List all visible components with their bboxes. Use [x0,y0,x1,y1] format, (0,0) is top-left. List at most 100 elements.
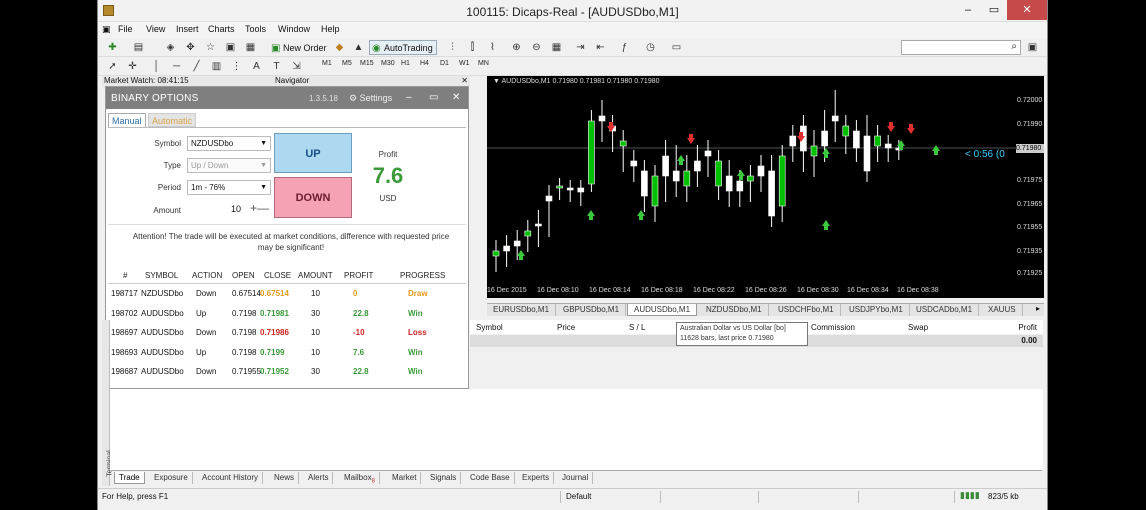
panel-close-icon[interactable]: ✕ [461,76,468,85]
connection-icon[interactable]: ▮▮▮▮ [960,490,980,501]
settings-button[interactable]: ⚙ Settings [349,93,392,104]
menu-tools[interactable]: Tools [245,24,266,34]
horizontal-line-icon[interactable]: ─ [170,60,183,73]
chart-tab-eurusd[interactable]: EURUSDbo,M1 [487,304,557,316]
tf-mn[interactable]: MN [478,60,489,67]
table-row[interactable]: 198693 AUDUSDbo Up 0.7198 0.7199 10 7.6 Win [108,344,466,363]
tf-m5[interactable]: M5 [342,60,352,67]
channel-icon[interactable]: ▥ [210,60,223,73]
down-button[interactable]: DOWN [274,177,352,218]
amount-stepper[interactable]: +— [250,201,269,216]
menu-help[interactable]: Help [321,24,340,34]
menu-window[interactable]: Window [278,24,310,34]
menu-view[interactable]: View [146,24,165,34]
terminal-icon[interactable]: ▣ [224,41,237,54]
label-icon[interactable]: T [270,60,283,73]
metaeditor-icon[interactable]: ◆ [333,41,346,54]
templates-icon[interactable]: ▭ [670,41,683,54]
time-tick: 16 Dec 08:10 [537,287,579,294]
candlestick-icon[interactable]: ⫿ [466,41,479,54]
cell-action: Up [196,347,207,357]
periods-icon[interactable]: ◷ [644,41,657,54]
up-button[interactable]: UP [274,133,352,173]
indicators-icon[interactable]: ƒ [618,41,631,54]
symbol-select[interactable]: NZDUSDbo ▼ [187,136,271,151]
scroll-right-icon[interactable]: ▸ [1036,304,1040,313]
tester-icon[interactable]: ▦ [244,41,257,54]
tab-automatic[interactable]: Automatic [148,113,197,127]
chart-tab-usdchf[interactable]: USDCHFbo,M1 [772,304,841,316]
tab-account-history[interactable]: Account History [198,472,264,484]
panel-minimize-icon[interactable]: – [406,92,412,103]
text-icon[interactable]: A [250,60,263,73]
autotrading-button[interactable]: ◉ AutoTrading [369,40,437,55]
tab-code-base[interactable]: Code Base [466,472,515,484]
chevron-down-icon: ▼ [260,162,267,169]
tab-journal[interactable]: Journal [558,472,594,484]
search-input[interactable]: ⌕ [901,40,1021,55]
chart-tab-nzdusd[interactable]: NZDUSDbo,M1 [700,304,769,316]
tab-trade[interactable]: Trade [114,472,145,484]
tile-windows-icon[interactable]: ▦ [550,41,563,54]
tf-d1[interactable]: D1 [440,60,449,67]
panel-close-icon[interactable]: ✕ [452,92,460,103]
zoom-out-icon[interactable]: ⊖ [530,41,543,54]
crosshair-icon[interactable]: ✛ [126,60,139,73]
navigator-label[interactable]: Navigator [275,76,309,85]
navigator-icon[interactable]: ☆ [204,41,217,54]
tf-m30[interactable]: M30 [381,60,395,67]
zoom-in-icon[interactable]: ⊕ [510,41,523,54]
tab-news[interactable]: News [270,472,300,484]
chart-tab-xauusd[interactable]: XAUUS [982,304,1023,316]
arrows-icon[interactable]: ⇲ [290,60,303,73]
chart-tab-gbpusd[interactable]: GBPUSDbo,M1 [557,304,627,316]
tab-mailbox[interactable]: Mailbox8 [340,472,380,485]
fibonacci-icon[interactable]: ⋮ [230,60,243,73]
period-select[interactable]: 1m - 76% ▼ [187,180,271,195]
menu-file[interactable]: File [118,24,133,34]
chart-tab-usdcad[interactable]: USDCADbo,M1 [910,304,980,316]
table-row[interactable]: 198687 AUDUSDbo Down 0.71955 0.71952 30 22.8 Wi… [108,363,466,382]
bar-chart-icon[interactable]: ⫶ [446,41,459,54]
signals-icon[interactable]: ▲ [352,41,365,54]
close-button[interactable]: ✕ [1007,0,1047,20]
price-chart[interactable]: ▼ AUDUSDbo,M1 0.71980 0.71981 0.71980 0.… [487,76,1044,298]
chart-tab-usdjpy[interactable]: USDJPYbo,M1 [843,304,910,316]
market-watch-icon[interactable]: ◈ [164,41,177,54]
tf-h4[interactable]: H4 [420,60,429,67]
panel-maximize-icon[interactable]: ▭ [429,92,438,103]
vertical-line-icon[interactable]: │ [150,60,163,73]
community-icon[interactable]: ▣ [1026,41,1039,54]
amount-input[interactable]: 10 +— [187,201,271,217]
tab-signals[interactable]: Signals [426,472,462,484]
table-row[interactable]: 198702 AUDUSDbo Up 0.7198 0.71981 30 22.8 Win [108,305,466,324]
tab-experts[interactable]: Experts [518,472,555,484]
trendline-icon[interactable]: ╱ [190,60,203,73]
profiles-icon[interactable]: ▤ [132,41,145,54]
table-row[interactable]: 198697 AUDUSDbo Down 0.7198 0.71986 10 -10 Loss [108,324,466,343]
new-chart-icon[interactable]: ✚ [106,41,119,54]
autoscroll-icon[interactable]: ⇥ [574,41,587,54]
chart-shift-icon[interactable]: ⇤ [594,41,607,54]
chart-tab-audusd[interactable]: AUDUSDbo,M1 [627,304,698,316]
tf-w1[interactable]: W1 [459,60,470,67]
market-watch-label[interactable]: Market Watch: 08:41:15 [104,76,189,85]
tab-exposure[interactable]: Exposure [150,472,193,484]
menu-charts[interactable]: Charts [208,24,235,34]
maximize-button[interactable]: ▭ [981,0,1007,20]
cursor-icon[interactable]: ➚ [106,60,119,73]
tab-manual[interactable]: Manual [108,113,146,127]
menu-doc-icon[interactable]: ▣ [102,24,111,35]
tf-m1[interactable]: M1 [322,60,332,67]
type-select[interactable]: Up / Down ▼ [187,158,271,173]
tab-alerts[interactable]: Alerts [304,472,334,484]
data-window-icon[interactable]: ✥ [184,41,197,54]
tf-h1[interactable]: H1 [401,60,410,67]
line-chart-icon[interactable]: ⌇ [486,41,499,54]
tab-market[interactable]: Market [388,472,422,484]
menu-insert[interactable]: Insert [176,24,199,34]
table-row[interactable]: 198717 NZDUSDbo Down 0.67514 0.67514 10 0 Draw [108,285,466,304]
minimize-button[interactable]: – [955,0,981,20]
new-order-button[interactable]: ▣ New Order [268,40,331,55]
tf-m15[interactable]: M15 [360,60,374,67]
